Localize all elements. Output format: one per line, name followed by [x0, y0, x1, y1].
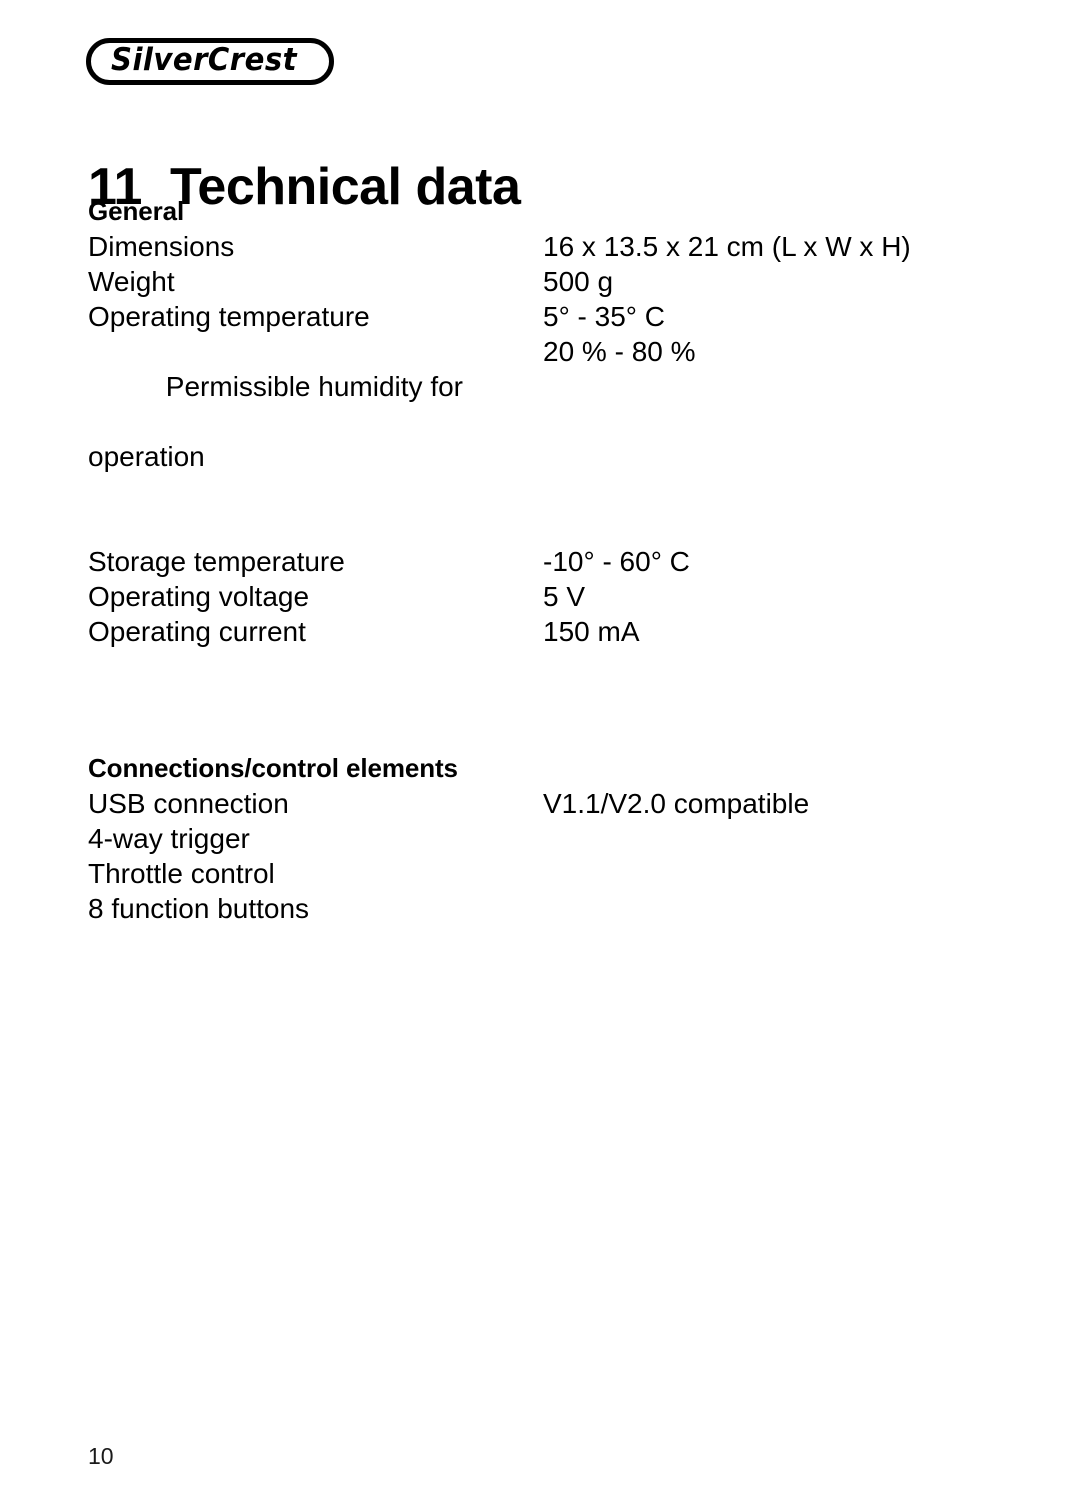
- spec-row: Weight 500 g: [88, 264, 988, 299]
- spec-label: 8 function buttons: [88, 893, 310, 924]
- spec-row: Throttle control: [88, 856, 988, 891]
- spec-row: Operating voltage 5 V: [88, 579, 988, 614]
- spec-value: 150 mA: [543, 616, 640, 647]
- spec-row: Permissible humidity for operation 20 % …: [88, 334, 988, 544]
- section-heading-connections: Connections/control elements: [88, 753, 458, 783]
- section-heading-general: General: [88, 196, 185, 226]
- spec-row: Operating current 150 mA: [88, 614, 988, 649]
- silvercrest-logo: SilverCrest: [86, 38, 334, 85]
- page-number: 10: [88, 1443, 114, 1469]
- spec-label: Operating temperature: [88, 301, 370, 332]
- section-connections: Connections/control elements USB connect…: [88, 751, 988, 926]
- spec-row: Operating temperature 5° - 35° C: [88, 299, 988, 334]
- logo-badge-outline: SilverCrest: [86, 38, 334, 85]
- spec-row: Storage temperature -10° - 60° C: [88, 544, 988, 579]
- spec-label: Dimensions: [88, 231, 235, 262]
- technical-data-body: General Dimensions 16 x 13.5 x 21 cm (L …: [88, 194, 988, 926]
- spec-label: Operating voltage: [88, 581, 310, 612]
- spec-value: V1.1/V2.0 compatible: [543, 788, 810, 819]
- spec-row: USB connection V1.1/V2.0 compatible: [88, 786, 988, 821]
- spec-label: 4-way trigger: [88, 823, 250, 854]
- spec-label: Weight: [88, 266, 175, 297]
- spec-label: Permissible humidity for operation: [88, 334, 543, 544]
- spec-label: Throttle control: [88, 858, 275, 889]
- spec-label: Operating current: [88, 616, 306, 647]
- spec-label: Storage temperature: [88, 546, 345, 577]
- spec-value: 5° - 35° C: [543, 301, 665, 332]
- spec-value: 5 V: [543, 581, 586, 612]
- spec-value: 16 x 13.5 x 21 cm (L x W x H): [543, 231, 911, 262]
- spec-value: 20 % - 80 %: [543, 336, 696, 367]
- spec-row: Dimensions 16 x 13.5 x 21 cm (L x W x H): [88, 229, 988, 264]
- section-general: General Dimensions 16 x 13.5 x 21 cm (L …: [88, 194, 988, 649]
- document-page: SilverCrest 11 Technical data General Dim…: [0, 0, 1080, 1511]
- spec-value: 500 g: [543, 266, 614, 297]
- spec-row: 4-way trigger: [88, 821, 988, 856]
- spec-label: USB connection: [88, 788, 289, 819]
- logo-wordmark: SilverCrest: [111, 42, 298, 78]
- spec-label-line2: operation: [88, 441, 205, 472]
- spec-label-line1: Permissible humidity for: [165, 371, 463, 402]
- spec-value: -10° - 60° C: [543, 546, 690, 577]
- spec-row: 8 function buttons: [88, 891, 988, 926]
